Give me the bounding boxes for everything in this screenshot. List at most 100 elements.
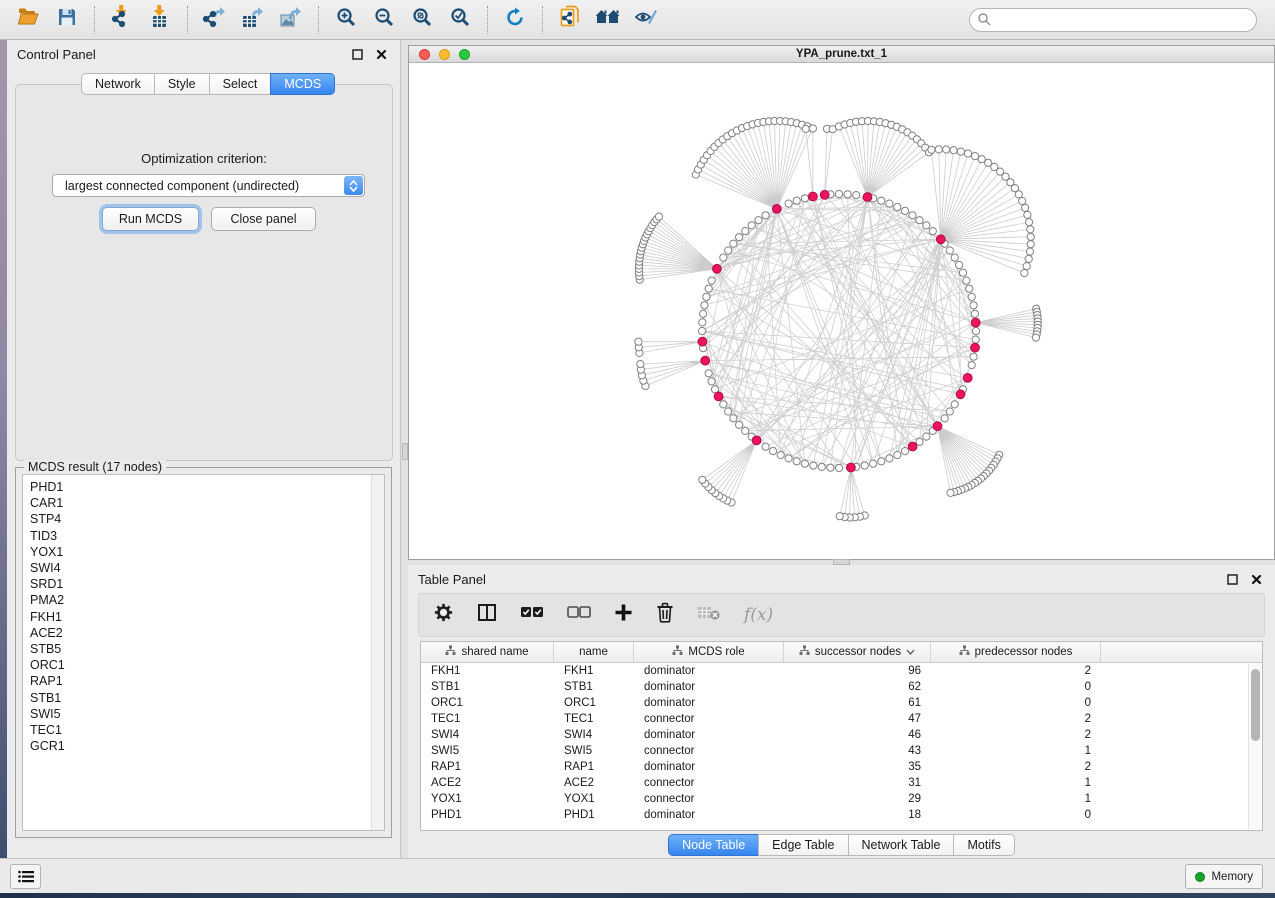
graph-node[interactable] <box>1026 248 1033 255</box>
graph-hub-node[interactable] <box>863 193 872 202</box>
graph-node[interactable] <box>964 150 971 157</box>
import-network-button[interactable] <box>103 3 141 37</box>
graph-hub-node[interactable] <box>971 318 980 327</box>
graph-node[interactable] <box>1026 219 1033 226</box>
graph-node[interactable] <box>777 451 784 458</box>
graph-node[interactable] <box>708 277 715 284</box>
graph-node[interactable] <box>923 222 930 229</box>
graph-node[interactable] <box>923 433 930 440</box>
graph-hub-node[interactable] <box>933 422 942 431</box>
zoom-in-button[interactable] <box>327 3 365 37</box>
graph-node[interactable] <box>810 462 817 469</box>
graph-node[interactable] <box>1023 263 1030 270</box>
graph-node[interactable] <box>769 448 776 455</box>
close-panel-icon[interactable] <box>1247 571 1265 587</box>
network-graph[interactable] <box>409 63 1274 559</box>
graph-node[interactable] <box>1027 233 1034 240</box>
export-network-button[interactable] <box>196 3 234 37</box>
graph-node[interactable] <box>698 327 705 334</box>
network-window-titlebar[interactable]: YPA_prune.txt_1 <box>409 46 1274 63</box>
table-row[interactable]: FKH1FKH1dominator962 <box>421 663 1262 679</box>
split-view-button[interactable] <box>477 603 497 627</box>
column-header-successor-nodes[interactable]: successor nodes <box>784 642 931 662</box>
graph-node[interactable] <box>970 302 977 309</box>
graph-node[interactable] <box>720 401 727 408</box>
graph-node[interactable] <box>901 448 908 455</box>
export-table-button[interactable] <box>234 3 272 37</box>
graph-node[interactable] <box>742 427 749 434</box>
graph-node[interactable] <box>835 464 842 471</box>
network-file-share-button[interactable] <box>551 3 589 37</box>
mcds-result-item[interactable]: CAR1 <box>30 495 384 511</box>
graph-node[interactable] <box>762 212 769 219</box>
graph-hub-node[interactable] <box>971 343 980 352</box>
graph-node[interactable] <box>968 362 975 369</box>
graph-node[interactable] <box>951 401 958 408</box>
mcds-result-item[interactable]: PHD1 <box>30 479 384 495</box>
export-image-button[interactable] <box>272 3 310 37</box>
graph-node[interactable] <box>978 156 985 163</box>
graph-node[interactable] <box>959 269 966 276</box>
deselect-all-rows-button[interactable] <box>567 606 591 625</box>
column-header-predecessor-nodes[interactable]: predecessor nodes <box>931 642 1101 662</box>
graph-node[interactable] <box>742 228 749 235</box>
graph-node[interactable] <box>1027 226 1034 233</box>
delete-selected-button[interactable] <box>656 602 674 628</box>
graph-node[interactable] <box>701 302 708 309</box>
mcds-result-item[interactable]: ACE2 <box>30 625 384 641</box>
graph-node[interactable] <box>801 195 808 202</box>
home-sites-button[interactable] <box>589 3 627 37</box>
graph-node[interactable] <box>894 451 901 458</box>
graph-node[interactable] <box>956 261 963 268</box>
table-row[interactable]: PHD1PHD1dominator180 <box>421 807 1262 823</box>
graph-node[interactable] <box>836 513 843 520</box>
table-row[interactable]: STB1STB1dominator620 <box>421 679 1262 695</box>
graph-node[interactable] <box>878 197 885 204</box>
graph-hub-node[interactable] <box>956 390 965 399</box>
float-panel-icon[interactable] <box>1223 571 1241 587</box>
graph-node[interactable] <box>972 327 979 334</box>
graph-node[interactable] <box>1032 334 1039 341</box>
zoom-fit-button[interactable] <box>403 3 441 37</box>
tab-node-table[interactable]: Node Table <box>668 834 758 856</box>
graph-node[interactable] <box>928 146 935 153</box>
table-row[interactable]: SWI5SWI5connector431 <box>421 743 1262 759</box>
table-settings-gear-button[interactable] <box>433 602 454 628</box>
graph-node[interactable] <box>1025 255 1032 262</box>
refresh-layout-button[interactable] <box>496 3 534 37</box>
table-row[interactable]: YOX1YOX1connector291 <box>421 791 1262 807</box>
graph-node[interactable] <box>655 213 662 220</box>
graph-node[interactable] <box>946 408 953 415</box>
graph-node[interactable] <box>762 443 769 450</box>
destroy-table-button[interactable] <box>697 604 721 627</box>
graph-node[interactable] <box>809 125 816 132</box>
import-table-button[interactable] <box>141 3 179 37</box>
task-history-button[interactable] <box>10 864 41 889</box>
graph-node[interactable] <box>635 338 642 345</box>
graph-node[interactable] <box>971 310 978 317</box>
graph-hub-node[interactable] <box>713 264 722 273</box>
graph-node[interactable] <box>725 408 732 415</box>
mcds-result-item[interactable]: STB5 <box>30 641 384 657</box>
graph-node[interactable] <box>971 153 978 160</box>
table-scrollbar[interactable] <box>1248 664 1261 829</box>
graph-hub-node[interactable] <box>701 356 710 365</box>
minimize-window-icon[interactable] <box>439 49 450 60</box>
mcds-result-item[interactable]: STB1 <box>30 690 384 706</box>
graph-hub-node[interactable] <box>714 392 723 401</box>
column-header-MCDS-role[interactable]: MCDS role <box>634 642 784 662</box>
mcds-result-item[interactable]: FKH1 <box>30 609 384 625</box>
tab-motifs[interactable]: Motifs <box>953 834 1014 856</box>
graph-node[interactable] <box>972 336 979 343</box>
graph-node[interactable] <box>853 192 860 199</box>
graphics-details-button[interactable] <box>627 3 665 37</box>
mcds-result-item[interactable]: SRD1 <box>30 576 384 592</box>
open-file-button[interactable] <box>10 3 48 37</box>
splitter-grip[interactable] <box>402 443 408 460</box>
graph-node[interactable] <box>705 285 712 292</box>
graph-hub-node[interactable] <box>752 436 761 445</box>
mcds-result-item[interactable]: RAP1 <box>30 673 384 689</box>
graph-node[interactable] <box>637 361 644 368</box>
graph-node[interactable] <box>970 353 977 360</box>
zoom-selected-button[interactable] <box>441 3 479 37</box>
